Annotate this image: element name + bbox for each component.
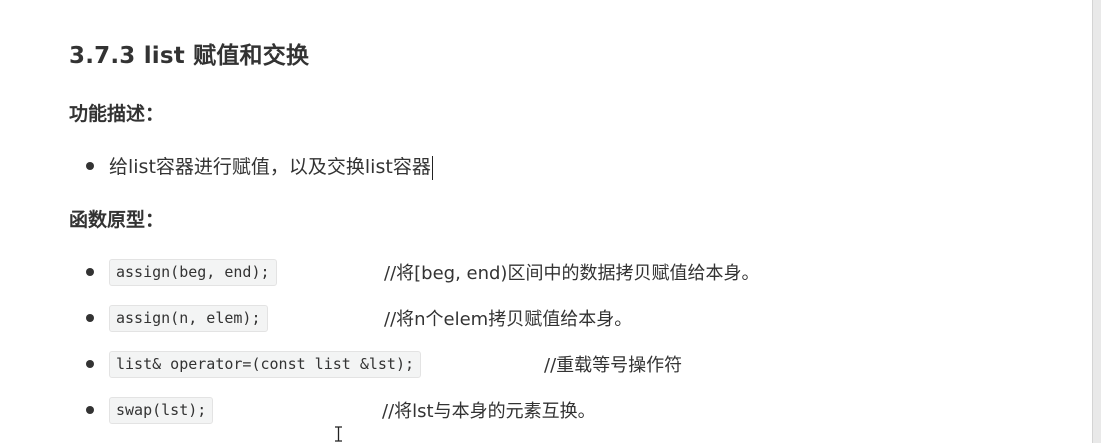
code-comment: //将lst与本身的元素互换。	[382, 401, 596, 422]
code-snippet: swap(lst);	[109, 397, 214, 424]
bullet-dot	[86, 268, 94, 276]
scrollbar-track[interactable]	[1092, 0, 1101, 443]
bullet-dot	[86, 162, 94, 170]
code-comment: //将[beg, end)区间中的数据拷贝赋值给本身。	[384, 263, 760, 284]
text-cursor	[431, 155, 433, 180]
ibeam-cursor-icon	[335, 426, 342, 442]
code-snippet: assign(n, elem);	[109, 305, 268, 332]
bullet-dot	[86, 314, 94, 322]
code-comment: //重载等号操作符	[544, 355, 683, 376]
function-description-text[interactable]: 给list容器进行赋值，以及交换list容器	[109, 152, 433, 180]
code-snippet: assign(beg, end);	[109, 259, 277, 286]
bullet-dot	[86, 406, 94, 414]
function-description-heading: 功能描述：	[69, 103, 165, 125]
code-comment: //将n个elem拷贝赋值给本身。	[384, 309, 633, 330]
section-title: 3.7.3 list 赋值和交换	[69, 43, 310, 69]
function-prototype-heading: 函数原型：	[69, 209, 165, 231]
code-snippet: list& operator=(const list &lst);	[109, 351, 422, 378]
bullet-dot	[86, 360, 94, 368]
